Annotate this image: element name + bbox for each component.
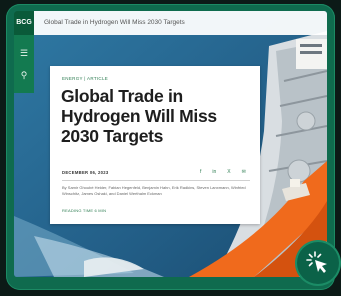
share-bar: f in X ✉ <box>200 168 246 176</box>
article-authors: By Samir Ghoubé Helder, Fabian Hegenfeld… <box>62 185 246 196</box>
divider <box>62 180 250 181</box>
linkedin-icon[interactable]: in <box>212 168 216 176</box>
website-screen: BCG ☰ ⚲ Global Trade in Hydrogen Will Mi… <box>14 11 327 277</box>
x-icon[interactable]: X <box>227 168 230 176</box>
facebook-icon[interactable]: f <box>200 168 201 176</box>
top-title-bar: Global Trade in Hydrogen Will Miss 2030 … <box>34 11 327 35</box>
left-nav-rail: BCG ☰ ⚲ <box>14 11 34 93</box>
article-category[interactable]: ENERGY | ARTICLE <box>62 76 108 81</box>
menu-icon[interactable]: ☰ <box>18 47 30 59</box>
email-icon[interactable]: ✉ <box>242 168 246 176</box>
interactive-badge[interactable] <box>297 242 339 284</box>
search-icon[interactable]: ⚲ <box>18 69 30 81</box>
page-title: Global Trade in Hydrogen Will Miss 2030 … <box>44 19 185 26</box>
bcg-logo[interactable]: BCG <box>14 11 34 35</box>
cursor-click-icon <box>306 251 327 273</box>
article-date: DECEMBER 06, 2023 <box>62 170 109 175</box>
article-headline: Global Trade in Hydrogen Will Miss 2030 … <box>61 86 217 146</box>
reading-time: READING TIME 6 MIN <box>62 208 107 213</box>
article-card: ENERGY | ARTICLE Global Trade in Hydroge… <box>50 66 260 224</box>
